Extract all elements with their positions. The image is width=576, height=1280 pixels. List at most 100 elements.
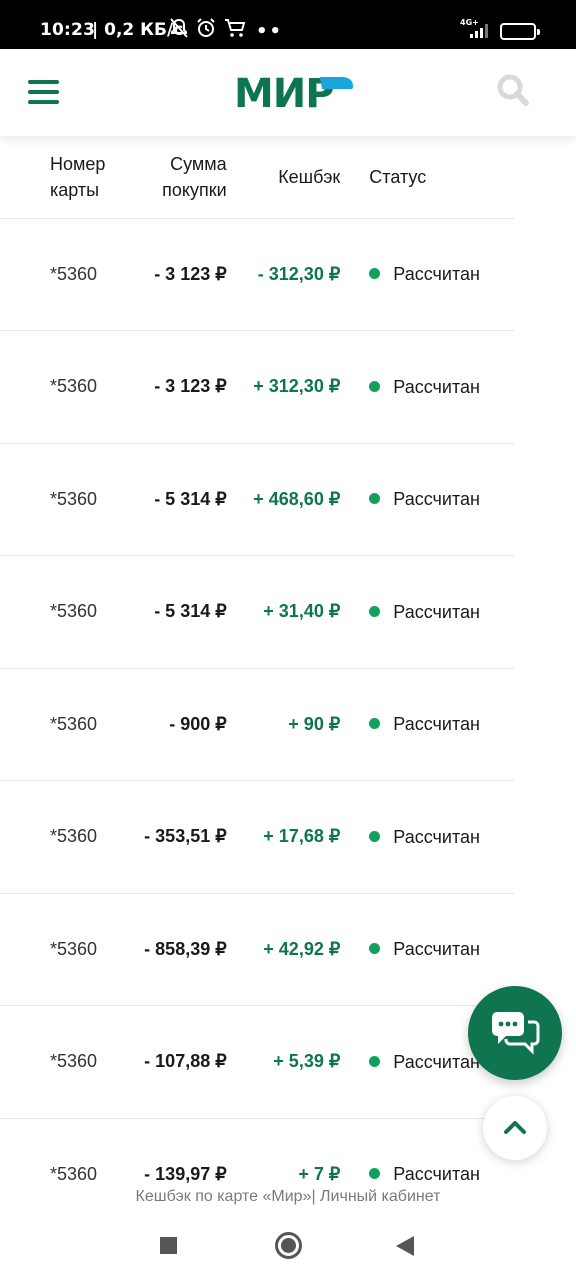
cell-card: *5360 [50,443,132,556]
cell-card: *5360 [50,330,132,444]
status-dot-icon [369,1055,381,1067]
column-header-sum: Сумма покупки [131,136,243,219]
transactions-table: мя Номер карты Сумма покупки Кешбэк Стат… [0,136,514,1186]
table-row[interactable]: 1:33*5360- 5 314 ₽+ 31,40 ₽ Рассчитан [0,555,514,669]
status-label: Рассчитан [393,1051,480,1072]
cell-card: *5360 [50,555,132,669]
column-header-card: Номер карты [50,136,132,219]
system-nav-bar [0,1210,576,1280]
more-notifications-icon: •• [256,21,284,42]
cell-date: 1:33 [0,443,51,556]
status-label: Рассчитан [393,489,480,510]
cell-date: 7:24 [0,893,51,1006]
alarm-icon [197,18,215,37]
mir-logo[interactable]: МИР [234,71,354,111]
table-row[interactable]: 08:27*5360- 139,97 ₽+ 7 ₽ Рассчитан [0,1118,514,1186]
cell-cashback: + 42,92 ₽ [242,893,356,1006]
chevron-up-icon [504,1121,526,1134]
cell-card: *5360 [50,218,132,331]
muted-bell-icon [170,18,188,38]
table-header-row: мя Номер карты Сумма покупки Кешбэк Стат… [0,136,514,219]
battery-icon: 78 [500,23,540,40]
status-label: Рассчитан [393,264,480,285]
cell-cashback: + 31,40 ₽ [242,555,356,669]
cell-date: 08:27 [0,1118,51,1186]
table-row[interactable]: 3:01*5360- 3 123 ₽+ 312,30 ₽ Рассчитан [0,330,514,444]
cell-date: 1:33 [0,555,51,669]
chat-button[interactable] [468,986,562,1080]
chat-bubbles-icon [492,1012,540,1055]
cell-card: *5360 [50,668,132,781]
cell-sum: - 5 314 ₽ [131,443,243,556]
table-row[interactable]: 07:25*5360- 107,88 ₽+ 5,39 ₽ Рассчитан [0,1005,514,1119]
recents-square-icon[interactable] [160,1237,177,1254]
home-circle-icon[interactable] [275,1232,302,1259]
cell-status: Рассчитан [355,780,514,894]
cell-cashback: - 312,30 ₽ [242,218,356,331]
cell-status: Рассчитан [355,218,514,331]
status-dot-icon [369,943,381,955]
cell-cashback: + 468,60 ₽ [242,443,356,556]
status-dot-icon [369,493,381,505]
cell-sum: - 3 123 ₽ [131,330,243,444]
battery-level: 78 [510,25,526,38]
cell-date: 2:10 [0,668,51,781]
cell-cashback: + 312,30 ₽ [242,330,356,444]
status-label: Рассчитан [393,714,480,735]
table-row[interactable]: 3:01*5360- 3 123 ₽- 312,30 ₽ Рассчитан [0,218,514,331]
table-row[interactable]: 1:33*5360- 5 314 ₽+ 468,60 ₽ Рассчитан [0,443,514,556]
back-triangle-icon[interactable] [396,1236,414,1256]
status-dot-icon [369,605,381,617]
app-header: МИР [0,49,576,136]
status-label: Рассчитан [393,939,480,960]
status-label: Рассчитан [393,826,480,847]
cell-date: 07:25 [0,1005,51,1119]
cell-sum: - 107,88 ₽ [131,1005,243,1119]
cell-date: 3:01 [0,330,51,444]
status-label: Рассчитан [393,1164,480,1185]
cell-cashback: + 5,39 ₽ [242,1005,356,1119]
status-dot-icon [369,380,381,392]
cell-cashback: + 90 ₽ [242,668,356,781]
cell-sum: - 900 ₽ [131,668,243,781]
cell-card: *5360 [50,1005,132,1119]
cell-status: Рассчитан [355,443,514,556]
signal-icon [470,24,488,38]
cell-cashback: + 17,68 ₽ [242,780,356,894]
cart-icon [225,19,246,37]
scroll-to-top-button[interactable] [483,1096,547,1160]
cell-status: Рассчитан [355,330,514,444]
status-icons [170,18,246,38]
cell-status: Рассчитан [355,893,514,1006]
status-dot-icon [369,268,381,280]
status-label: Рассчитан [393,376,480,397]
cell-date: 07:24 [0,780,51,894]
cell-sum: - 858,39 ₽ [131,893,243,1006]
status-dot-icon [369,1168,381,1180]
cell-sum: - 3 123 ₽ [131,218,243,331]
cell-card: *5360 [50,893,132,1006]
cell-card: *5360 [50,1118,132,1186]
status-label: Рассчитан [393,601,480,622]
cell-sum: - 353,51 ₽ [131,780,243,894]
svg-text:МИР: МИР [234,71,334,111]
column-header-date: мя [0,136,51,219]
column-header-status: Статус [355,136,514,219]
table-row[interactable]: 7:24*5360- 858,39 ₽+ 42,92 ₽ Рассчитан [0,893,514,1006]
search-icon[interactable] [496,73,530,107]
status-bar: 10:23 | 0,2 КБ/с •• 4G+ 78 [0,0,576,49]
cell-sum: - 5 314 ₽ [131,555,243,669]
table-row[interactable]: 2:10*5360- 900 ₽+ 90 ₽ Рассчитан [0,668,514,781]
status-dot-icon [369,718,381,730]
page-caption: Кешбэк по карте «Мир»| Личный кабинет [0,1186,576,1210]
status-time: 10:23 [40,20,96,40]
status-dot-icon [369,830,381,842]
column-header-cashback: Кешбэк [242,136,356,219]
cell-cashback: + 7 ₽ [242,1118,356,1186]
cell-status: Рассчитан [355,668,514,781]
hamburger-menu-icon[interactable] [28,80,60,104]
cell-date: 3:01 [0,218,51,331]
cell-status: Рассчитан [355,555,514,669]
table-row[interactable]: 07:24*5360- 353,51 ₽+ 17,68 ₽ Рассчитан [0,780,514,894]
cell-card: *5360 [50,780,132,894]
